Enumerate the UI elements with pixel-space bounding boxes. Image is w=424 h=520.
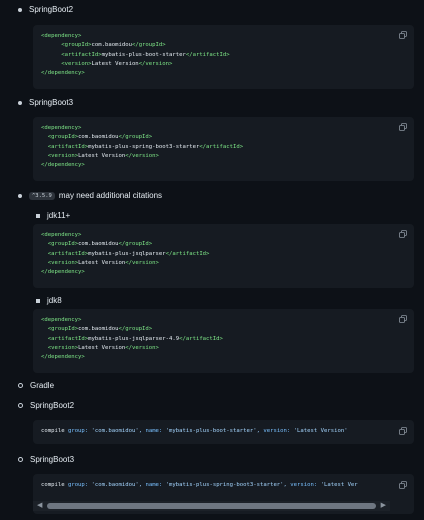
scrollbar-thumb[interactable] bbox=[47, 503, 376, 509]
list-item-label: SpringBoot3 bbox=[29, 98, 74, 107]
code-tag: </groupId> bbox=[118, 134, 153, 141]
list-item-gradle-springboot3: SpringBoot3 bbox=[18, 455, 74, 464]
bullet-dot bbox=[18, 100, 22, 105]
copy-icon[interactable] bbox=[399, 481, 407, 489]
code-tag: </groupId> bbox=[118, 241, 153, 248]
list-item-label: jdk11+ bbox=[47, 211, 71, 220]
code-string: 'com.baomidou', bbox=[91, 482, 143, 488]
horizontal-scrollbar[interactable]: ◀ ▶ bbox=[33, 501, 390, 511]
code-tag: </version> bbox=[138, 60, 173, 67]
bullet-circle bbox=[18, 457, 23, 462]
code-tag: <dependency> bbox=[41, 232, 82, 238]
code-block-springboot3: <dependency> <groupId>com.baomidou</grou… bbox=[33, 117, 414, 181]
code-tag: </dependency> bbox=[41, 269, 85, 276]
bullet-circle bbox=[18, 383, 23, 388]
code-key: version: bbox=[290, 482, 318, 488]
code-tag: <dependency> bbox=[41, 125, 82, 131]
code-tag: </dependency> bbox=[41, 70, 85, 77]
code-tag: </version> bbox=[125, 152, 159, 159]
list-item-label: may need additional citations bbox=[58, 191, 163, 200]
copy-icon[interactable] bbox=[399, 31, 407, 39]
bullet-square bbox=[36, 298, 40, 303]
code-value: Latest Version bbox=[78, 259, 126, 266]
code-tag: <version> bbox=[61, 60, 92, 67]
code-block-gradle-springboot2: compile group: 'com.baomidou', name: 'my… bbox=[33, 420, 414, 444]
code-value: mybatis-plus-boot-starter bbox=[101, 51, 186, 58]
copy-icon[interactable] bbox=[399, 230, 407, 238]
list-item-springboot3: SpringBoot3 bbox=[18, 98, 73, 107]
code-tag: </artifactId> bbox=[165, 250, 210, 257]
list-item-label: SpringBoot2 bbox=[29, 5, 74, 14]
code-tag: </groupId> bbox=[118, 326, 153, 333]
list-item-jdk8: jdk8 bbox=[36, 296, 62, 305]
bullet-dot bbox=[18, 7, 22, 12]
code-tag: <dependency> bbox=[41, 33, 82, 39]
list-item-label: jdk8 bbox=[47, 296, 62, 305]
code-tag: <groupId> bbox=[47, 134, 79, 141]
code-value: mybatis-plus-spring-boot3-starter bbox=[88, 143, 200, 150]
code-tag: </version> bbox=[125, 344, 159, 351]
code-value: mybatis-plus-jsqlparser bbox=[88, 250, 166, 257]
version-badge: ^3.5.9 bbox=[29, 191, 55, 200]
chevron-left-icon[interactable]: ◀ bbox=[37, 502, 42, 510]
code-block-jdk8: <dependency> <groupId>com.baomidou</grou… bbox=[33, 309, 414, 373]
code-tag: </dependency> bbox=[41, 162, 85, 169]
code-tag: </artifactId> bbox=[199, 143, 244, 150]
list-item-label: SpringBoot3 bbox=[30, 455, 75, 464]
code-key: name: bbox=[145, 428, 163, 434]
code-block-springboot2: <dependency> <groupId>com.baomidou</grou… bbox=[33, 25, 414, 89]
bullet-dot bbox=[18, 193, 22, 198]
code-value: com.baomidou bbox=[91, 42, 132, 49]
code-value: com.baomidou bbox=[78, 326, 119, 333]
code-tag: </version> bbox=[125, 259, 159, 266]
list-item-gradle: Gradle bbox=[18, 381, 54, 390]
code-key: group: bbox=[67, 428, 89, 434]
code-string: 'mybatis-plus-boot-starter', bbox=[165, 428, 260, 434]
code-key: group: bbox=[67, 482, 89, 488]
code-tag: <artifactId> bbox=[47, 143, 89, 150]
list-item-label: Gradle bbox=[30, 381, 55, 390]
code-block-jdk11: <dependency> <groupId>com.baomidou</grou… bbox=[33, 224, 414, 288]
code-string: 'mybatis-plus-spring-boot3-starter', bbox=[165, 482, 287, 488]
code-string: 'Latest Version' bbox=[293, 428, 348, 434]
code-tag: <artifactId> bbox=[61, 51, 102, 58]
code-tag: <artifactId> bbox=[47, 250, 89, 257]
list-item-springboot2: SpringBoot2 bbox=[18, 5, 73, 14]
code-value: Latest Version bbox=[78, 152, 126, 159]
copy-icon[interactable] bbox=[399, 427, 407, 435]
code-string: 'Latest Ver bbox=[320, 482, 358, 488]
code-tag: <groupId> bbox=[47, 241, 79, 248]
bullet-circle bbox=[18, 403, 23, 408]
bullet-square bbox=[36, 213, 40, 218]
code-value: Latest Version bbox=[78, 344, 126, 351]
chevron-right-icon[interactable]: ▶ bbox=[381, 502, 386, 510]
code-tag: <version> bbox=[47, 152, 79, 159]
copy-icon[interactable] bbox=[399, 123, 407, 131]
code-value: mybatis-plus-jsqlparser-4.9 bbox=[88, 335, 180, 342]
code-tag: </artifactId> bbox=[179, 335, 223, 342]
list-item-jdk11: jdk11+ bbox=[36, 211, 70, 220]
code-tag: </artifactId> bbox=[185, 51, 230, 58]
code-string: 'com.baomidou', bbox=[91, 428, 143, 434]
code-tag: <version> bbox=[47, 259, 79, 266]
code-keyword: compile bbox=[41, 428, 65, 434]
code-key: version: bbox=[263, 428, 291, 434]
code-value: com.baomidou bbox=[78, 241, 119, 248]
list-item-label: SpringBoot2 bbox=[30, 401, 75, 410]
code-tag: <dependency> bbox=[41, 317, 82, 323]
list-item-gradle-springboot2: SpringBoot2 bbox=[18, 401, 74, 410]
code-value: Latest Version bbox=[91, 60, 139, 67]
code-keyword: compile bbox=[41, 482, 65, 488]
code-value: com.baomidou bbox=[78, 134, 119, 141]
code-tag: <artifactId> bbox=[47, 335, 89, 342]
code-tag: <groupId> bbox=[61, 42, 92, 49]
list-item-jsqlparser-note: ^3.5.9 may need additional citations bbox=[18, 191, 162, 200]
code-tag: <groupId> bbox=[47, 326, 79, 333]
code-key: name: bbox=[145, 482, 163, 488]
code-tag: </groupId> bbox=[131, 42, 166, 49]
code-tag: </dependency> bbox=[41, 354, 85, 361]
copy-icon[interactable] bbox=[399, 315, 407, 323]
code-tag: <version> bbox=[47, 344, 79, 351]
